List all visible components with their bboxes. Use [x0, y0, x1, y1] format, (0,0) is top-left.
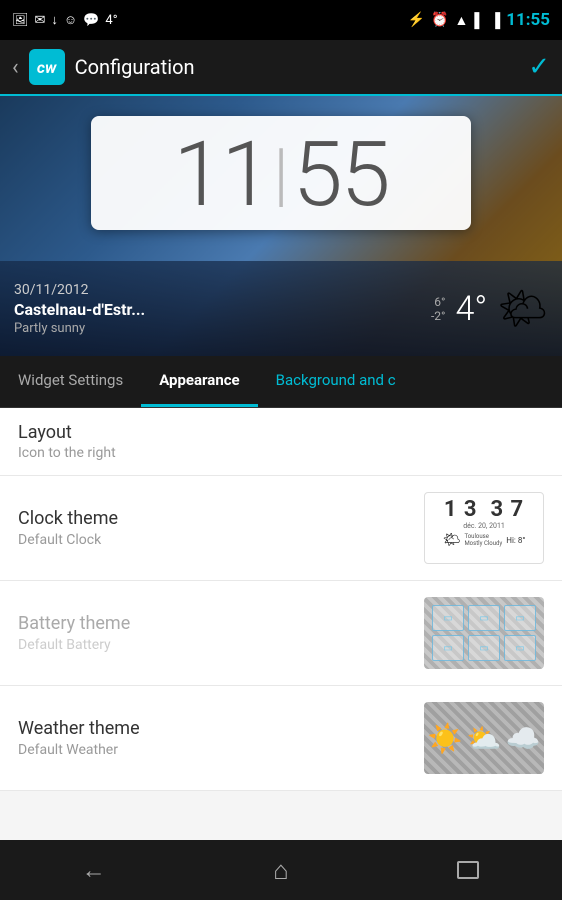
clock-hour1: 1	[173, 130, 221, 220]
clock-sep: |	[269, 140, 292, 210]
batt-icon-3: ▭	[504, 605, 536, 631]
weather-thumb-rain-icon: ☁️	[505, 722, 540, 755]
weather-temp-range: 6° -2°	[431, 295, 446, 323]
thumb-clock-date: déc. 20, 2011	[463, 522, 505, 530]
app-icon: cw	[29, 49, 65, 85]
temperature-label: 4°	[105, 13, 117, 28]
tab-widget-settings-label: Widget Settings	[18, 371, 123, 389]
download-icon: ↓	[51, 12, 58, 28]
weather-date: 30/11/2012	[14, 282, 145, 298]
thumb-weather-text: Toulouse Mostly Cloudy	[464, 533, 502, 547]
status-icons-right: ⚡ ⏰ ▲ ▌ ▐ 11:55	[408, 10, 550, 30]
wifi-icon: ▲	[454, 12, 468, 29]
action-bar: ‹ cw Configuration ✓	[0, 40, 562, 96]
weather-right: 6° -2° 4° 🌤	[431, 285, 548, 332]
weather-theme-subtitle: Default Weather	[18, 742, 424, 758]
preview-area: 1 1 | 5 5 30/11/2012 Castelnau-d'Estr...…	[0, 96, 562, 356]
weather-theme-setting[interactable]: Weather theme Default Weather ☀️ ⛅ ☁️	[0, 686, 562, 791]
batt-icon-4: ▭	[432, 635, 464, 661]
weather-city: Castelnau-d'Estr...	[14, 300, 145, 319]
alarm-icon: ⏰	[431, 12, 448, 28]
status-bar: 🖼 ✉ ↓ ☺ 💬 4° ⚡ ⏰ ▲ ▌ ▐ 11:55	[0, 0, 562, 40]
battery-theme-thumbnail: ▭ ▭ ▭ ▭ ▭ ▭	[424, 597, 544, 669]
batt-icon-2: ▭	[468, 605, 500, 631]
tab-appearance-label: Appearance	[159, 371, 239, 389]
status-time: 11:55	[506, 10, 550, 30]
weather-temp-high: 6°	[434, 295, 445, 309]
clock-min2: 5	[341, 130, 389, 220]
clock-hour2: 1	[221, 130, 269, 220]
batt-icon-5: ▭	[468, 635, 500, 661]
clock-time-row: 1 1 | 5 5	[121, 130, 441, 220]
layout-title: Layout	[18, 422, 544, 443]
thumb-city: Toulouse	[464, 533, 502, 540]
battery-theme-subtitle: Default Battery	[18, 637, 424, 653]
bluetooth-icon: ⚡	[408, 12, 425, 28]
thumb-sun-icon: 🌤	[443, 532, 461, 548]
status-icons-left: 🖼 ✉ ↓ ☺ 💬 4°	[12, 12, 118, 28]
weather-description: Partly sunny	[14, 321, 145, 336]
battery-theme-title: Battery theme	[18, 613, 424, 634]
back-arrow-icon[interactable]: ‹	[12, 55, 19, 80]
nav-bar	[0, 840, 562, 900]
weather-theme-title: Weather theme	[18, 718, 424, 739]
tab-background-label: Background and c	[276, 371, 396, 389]
weather-info: 30/11/2012 Castelnau-d'Estr... Partly su…	[0, 261, 562, 356]
tabs-bar: Widget Settings Appearance Background an…	[0, 356, 562, 408]
nav-back-button[interactable]	[64, 850, 124, 890]
clock-theme-title: Clock theme	[18, 508, 424, 529]
nav-home-icon	[273, 855, 289, 886]
layout-subtitle: Icon to the right	[18, 445, 544, 461]
weather-theme-thumbnail: ☀️ ⛅ ☁️	[424, 702, 544, 774]
tab-widget-settings[interactable]: Widget Settings	[0, 356, 141, 407]
layout-setting[interactable]: Layout Icon to the right	[0, 408, 562, 476]
talk-icon: 💬	[83, 13, 99, 28]
weather-thumb-cloud-icon: ⛅	[467, 722, 502, 755]
battery-theme-text: Battery theme Default Battery	[18, 613, 424, 653]
signal-icon: ▌	[474, 12, 484, 29]
clock-widget: 1 1 | 5 5	[91, 116, 471, 230]
batt-icon-1: ▭	[432, 605, 464, 631]
content-area: Layout Icon to the right Clock theme Def…	[0, 408, 562, 840]
weather-temp-low: -2°	[431, 309, 446, 323]
nav-back-icon	[82, 856, 106, 885]
confirm-button[interactable]: ✓	[528, 52, 550, 82]
emoji-icon: ☺	[64, 12, 77, 28]
email-icon: ✉	[35, 13, 46, 28]
clock-theme-subtitle: Default Clock	[18, 532, 424, 548]
clock-theme-text: Clock theme Default Clock	[18, 508, 424, 548]
clock-min1: 5	[293, 130, 341, 220]
weather-temp-main: 4°	[456, 289, 488, 329]
page-title: Configuration	[75, 55, 529, 79]
thumb-weather-desc: Mostly Cloudy	[464, 540, 502, 547]
nav-recents-button[interactable]	[438, 850, 498, 890]
thumb-clock-weather-row: 🌤 Toulouse Mostly Cloudy Hi: 8°	[443, 532, 526, 548]
weather-left: 30/11/2012 Castelnau-d'Estr... Partly su…	[14, 282, 145, 336]
weather-theme-text: Weather theme Default Weather	[18, 718, 424, 758]
tab-background[interactable]: Background and c	[258, 356, 414, 407]
thumb-clock-time: 1 3 3 7	[444, 497, 524, 522]
app-icon-text: cw	[37, 58, 56, 77]
clock-theme-setting[interactable]: Clock theme Default Clock 1 3 3 7 déc. 2…	[0, 476, 562, 581]
weather-thumb-sun-icon: ☀️	[428, 722, 463, 755]
thumb-temp: Hi: 8°	[506, 536, 525, 545]
image-icon: 🖼	[12, 13, 29, 28]
battery-icon: ▐	[490, 12, 500, 29]
nav-recents-icon	[457, 861, 479, 879]
weather-sun-icon: 🌤	[497, 285, 548, 332]
tab-appearance[interactable]: Appearance	[141, 356, 257, 407]
battery-theme-setting[interactable]: Battery theme Default Battery ▭ ▭ ▭ ▭ ▭ …	[0, 581, 562, 686]
nav-home-button[interactable]	[251, 850, 311, 890]
clock-theme-thumbnail: 1 3 3 7 déc. 20, 2011 🌤 Toulouse Mostly …	[424, 492, 544, 564]
batt-icon-6: ▭	[504, 635, 536, 661]
